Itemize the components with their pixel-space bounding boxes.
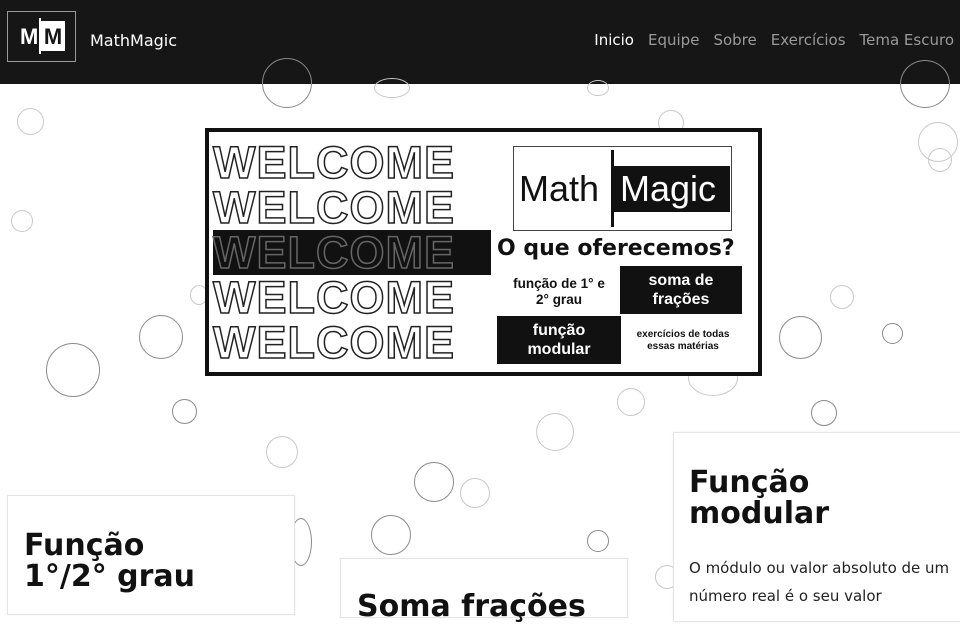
bubble [587, 530, 609, 552]
bubble [266, 436, 298, 468]
bubble [587, 80, 609, 96]
bubble [811, 400, 837, 426]
banner-logo-math: Math [519, 168, 600, 209]
offer-funcao-grau: função de 1° e 2° grau [505, 269, 613, 315]
bubble [11, 210, 33, 232]
nav-link-equipe[interactable]: Equipe [648, 31, 699, 49]
card-funcao-grau[interactable]: Função 1°/2° grau [7, 495, 295, 615]
nav-link-sobre[interactable]: Sobre [713, 31, 756, 49]
nav-link-exercicios[interactable]: Exercícios [771, 31, 846, 49]
brand-name[interactable]: MathMagic [90, 31, 177, 50]
top-navbar: M M MathMagic Inicio Equipe Sobre Exercí… [0, 0, 960, 84]
bubble [374, 78, 410, 98]
bubble [371, 515, 411, 555]
card-title: Função 1°/2° grau [24, 528, 196, 594]
bubble [617, 388, 645, 416]
welcome-text: WELCOME [212, 182, 455, 233]
logo-letter-right: M [41, 21, 65, 51]
banner-logo: Math Magic [513, 146, 732, 231]
welcome-text: WELCOME [212, 272, 455, 323]
bubble [172, 399, 197, 424]
offer-title: O que oferecemos? [497, 236, 735, 261]
bubble [17, 108, 44, 135]
bubble [928, 148, 952, 172]
card-text: O módulo ou valor absoluto de um número … [689, 559, 950, 605]
bubble [830, 285, 854, 309]
card-title: Soma frações [357, 589, 586, 624]
nav-link-tema-escuro[interactable]: Tema Escuro [860, 31, 954, 49]
bubble [900, 60, 950, 108]
welcome-text: WELCOME [212, 317, 455, 368]
offer-exercicios: exercícios de todas essas matérias [623, 318, 743, 364]
card-soma-fracoes[interactable]: Soma frações [340, 558, 628, 622]
bubble [139, 315, 183, 359]
welcome-banner: WELCOME WELCOME WELCOME WELCOME WELCOME … [205, 128, 762, 376]
bubble [536, 413, 574, 451]
banner-logo-magic: Magic [614, 166, 730, 212]
nav-links: Inicio Equipe Sobre Exercícios Tema Escu… [594, 31, 954, 49]
bubble [882, 323, 903, 344]
card-title: Função modular [689, 465, 830, 531]
welcome-stack: WELCOME WELCOME WELCOME WELCOME WELCOME [212, 137, 491, 368]
logo-letter-left: M [20, 24, 39, 49]
nav-link-inicio[interactable]: Inicio [594, 31, 634, 49]
bubble [414, 462, 454, 502]
card-funcao-modular[interactable]: Função modular O módulo ou valor absolut… [673, 432, 960, 622]
bubble [779, 316, 822, 359]
welcome-text-highlight: WELCOME [212, 229, 491, 276]
offer-funcao-modular: função modular [497, 316, 621, 364]
bubble [46, 343, 100, 397]
logo[interactable]: M M [7, 11, 76, 62]
offer-soma-fracoes: soma de frações [620, 266, 742, 314]
bubble [460, 478, 490, 508]
bubble [262, 58, 312, 108]
welcome-text: WELCOME [212, 137, 455, 188]
